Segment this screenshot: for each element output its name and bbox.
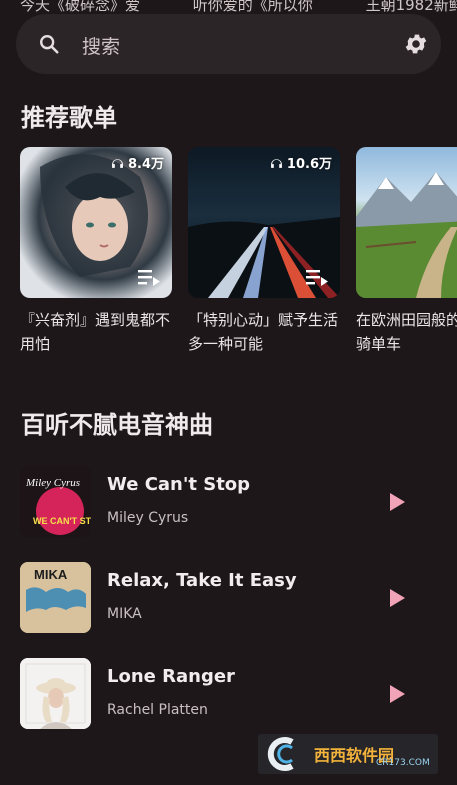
playlist-carousel[interactable]: 8.4万 『兴奋剂』遇到鬼都不用怕 10.6万 「特别心动」赋予生活多一种可能 …: [20, 147, 457, 367]
playlist-card[interactable]: 8.4万 『兴奋剂』遇到鬼都不用怕: [20, 147, 172, 356]
playlist-icon[interactable]: [306, 268, 328, 286]
playlist-caption: 『兴奋剂』遇到鬼都不用怕: [20, 311, 171, 353]
play-count-text: 8.4万: [127, 157, 164, 172]
play-count-text: 10.6万: [286, 157, 332, 172]
song-artist: Miley Cyrus: [107, 510, 189, 526]
watermark-subtext: CR173.COM: [376, 758, 430, 768]
watermark-logo-icon: [267, 737, 294, 771]
we-cant-stop-cover: Miley Cyrus WE CAN'T STOP: [20, 466, 91, 537]
gear-icon[interactable]: [403, 31, 429, 57]
recommended-playlists-title: 推荐歌单: [21, 104, 117, 132]
playlist-cover: 8.4万: [20, 147, 172, 298]
song-row[interactable]: Lone Ranger Rachel Platten: [20, 658, 440, 730]
relax-take-it-easy-cover: MIKA: [20, 562, 91, 633]
song-artist: MIKA: [107, 606, 142, 622]
electronic-section-title: 百听不腻电音神曲: [21, 411, 213, 439]
cover-artist-text: MIKA: [34, 567, 68, 582]
headphones-icon: [271, 158, 282, 168]
album-art: [20, 658, 91, 729]
peek-text-3: 王朝1982新鲜: [365, 0, 457, 14]
song-row[interactable]: MIKA Relax, Take It Easy MIKA: [20, 562, 440, 634]
playlist-icon[interactable]: [138, 268, 160, 286]
song-artist: Rachel Platten: [107, 702, 208, 718]
playlist-caption: 「特别心动」赋予生活多一种可能: [188, 311, 339, 353]
search-bar[interactable]: 搜索: [16, 14, 441, 74]
play-icon[interactable]: [388, 684, 406, 704]
headphones-icon: [112, 158, 123, 168]
lone-ranger-cover: [20, 658, 91, 729]
play-count: 10.6万: [270, 153, 332, 172]
search-icon: [40, 35, 59, 54]
site-watermark: 西西软件园 CR173.COM: [258, 734, 438, 774]
playlist-card[interactable]: 在欧洲田园般的村小路骑单车: [356, 147, 457, 356]
search-placeholder: 搜索: [82, 36, 121, 58]
song-title: We Can't Stop: [107, 474, 251, 495]
cover-title-text: WE CAN'T STOP: [33, 516, 91, 526]
playlist-cover: 10.6万: [188, 147, 340, 298]
album-art: Miley Cyrus WE CAN'T STOP: [20, 466, 91, 537]
peek-text-1: 今天《破碎念》爱: [20, 0, 141, 14]
play-icon[interactable]: [388, 588, 406, 608]
play-count: 8.4万: [111, 153, 164, 172]
song-title: Relax, Take It Easy: [107, 570, 297, 591]
playlist-caption: 在欧洲田园般的村小路骑单车: [356, 311, 457, 353]
cover-artist-text: Miley Cyrus: [25, 477, 80, 489]
song-row[interactable]: Miley Cyrus WE CAN'T STOP We Can't Stop …: [20, 466, 440, 538]
peek-text-2: 听你爱的《所以你: [192, 0, 313, 14]
album-art: MIKA: [20, 562, 91, 633]
song-title: Lone Ranger: [107, 666, 235, 687]
play-icon[interactable]: [388, 492, 406, 512]
playlist-card[interactable]: 10.6万 「特别心动」赋予生活多一种可能: [188, 147, 340, 356]
countryside-illustration: [356, 172, 457, 298]
playlist-cover: [356, 147, 457, 298]
